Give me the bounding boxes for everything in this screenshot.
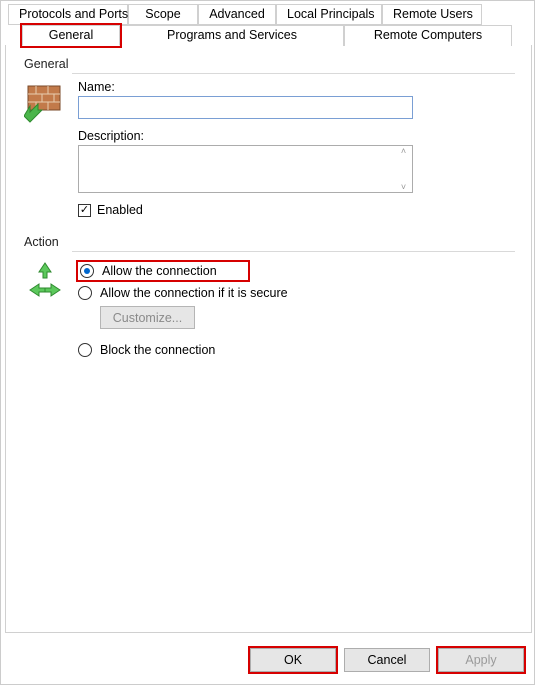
tab-remote-computers[interactable]: Remote Computers bbox=[344, 25, 512, 46]
radio-allow-label: Allow the connection bbox=[102, 264, 217, 278]
radio-allow-secure[interactable] bbox=[78, 286, 92, 300]
button-bar: OK Cancel Apply bbox=[250, 648, 524, 672]
cancel-button[interactable]: Cancel bbox=[344, 648, 430, 672]
tab-remote-users[interactable]: Remote Users bbox=[382, 4, 482, 25]
radio-allow-secure-label: Allow the connection if it is secure bbox=[100, 286, 288, 300]
description-input[interactable] bbox=[78, 145, 413, 193]
enabled-checkbox[interactable]: ✓ bbox=[78, 204, 91, 217]
group-label-action: Action bbox=[22, 235, 515, 249]
tab-panel-general: General bbox=[5, 45, 532, 633]
customize-button: Customize... bbox=[100, 306, 195, 329]
tab-local-principals[interactable]: Local Principals bbox=[276, 4, 382, 25]
name-label: Name: bbox=[78, 80, 513, 94]
group-general: General bbox=[22, 57, 515, 221]
textarea-scroll[interactable]: ˄ ˅ bbox=[395, 146, 412, 192]
radio-block[interactable] bbox=[78, 343, 92, 357]
radio-allow[interactable] bbox=[80, 264, 94, 278]
group-action: Action Allow the connection bbox=[22, 235, 515, 367]
scroll-down-icon[interactable]: ˅ bbox=[395, 182, 412, 192]
tab-scope[interactable]: Scope bbox=[128, 4, 198, 25]
recycle-icon bbox=[24, 256, 78, 363]
tab-protocols-and-ports[interactable]: Protocols and Ports bbox=[8, 4, 128, 25]
tab-programs-and-services[interactable]: Programs and Services bbox=[120, 25, 344, 46]
tabs-area: Protocols and Ports Scope Advanced Local… bbox=[4, 4, 531, 634]
tab-row-back: Protocols and Ports Scope Advanced Local… bbox=[4, 4, 531, 25]
name-input[interactable] bbox=[78, 96, 413, 119]
scroll-up-icon[interactable]: ˄ bbox=[395, 146, 412, 156]
group-label-general: General bbox=[22, 57, 515, 71]
tab-row-front: General Programs and Services Remote Com… bbox=[4, 25, 531, 46]
tab-general[interactable]: General bbox=[22, 25, 120, 46]
apply-button: Apply bbox=[438, 648, 524, 672]
enabled-label: Enabled bbox=[97, 203, 143, 217]
firewall-icon bbox=[24, 78, 78, 217]
ok-button[interactable]: OK bbox=[250, 648, 336, 672]
tab-advanced[interactable]: Advanced bbox=[198, 4, 276, 25]
description-label: Description: bbox=[78, 129, 513, 143]
radio-block-label: Block the connection bbox=[100, 343, 215, 357]
properties-dialog: Protocols and Ports Scope Advanced Local… bbox=[0, 0, 535, 685]
